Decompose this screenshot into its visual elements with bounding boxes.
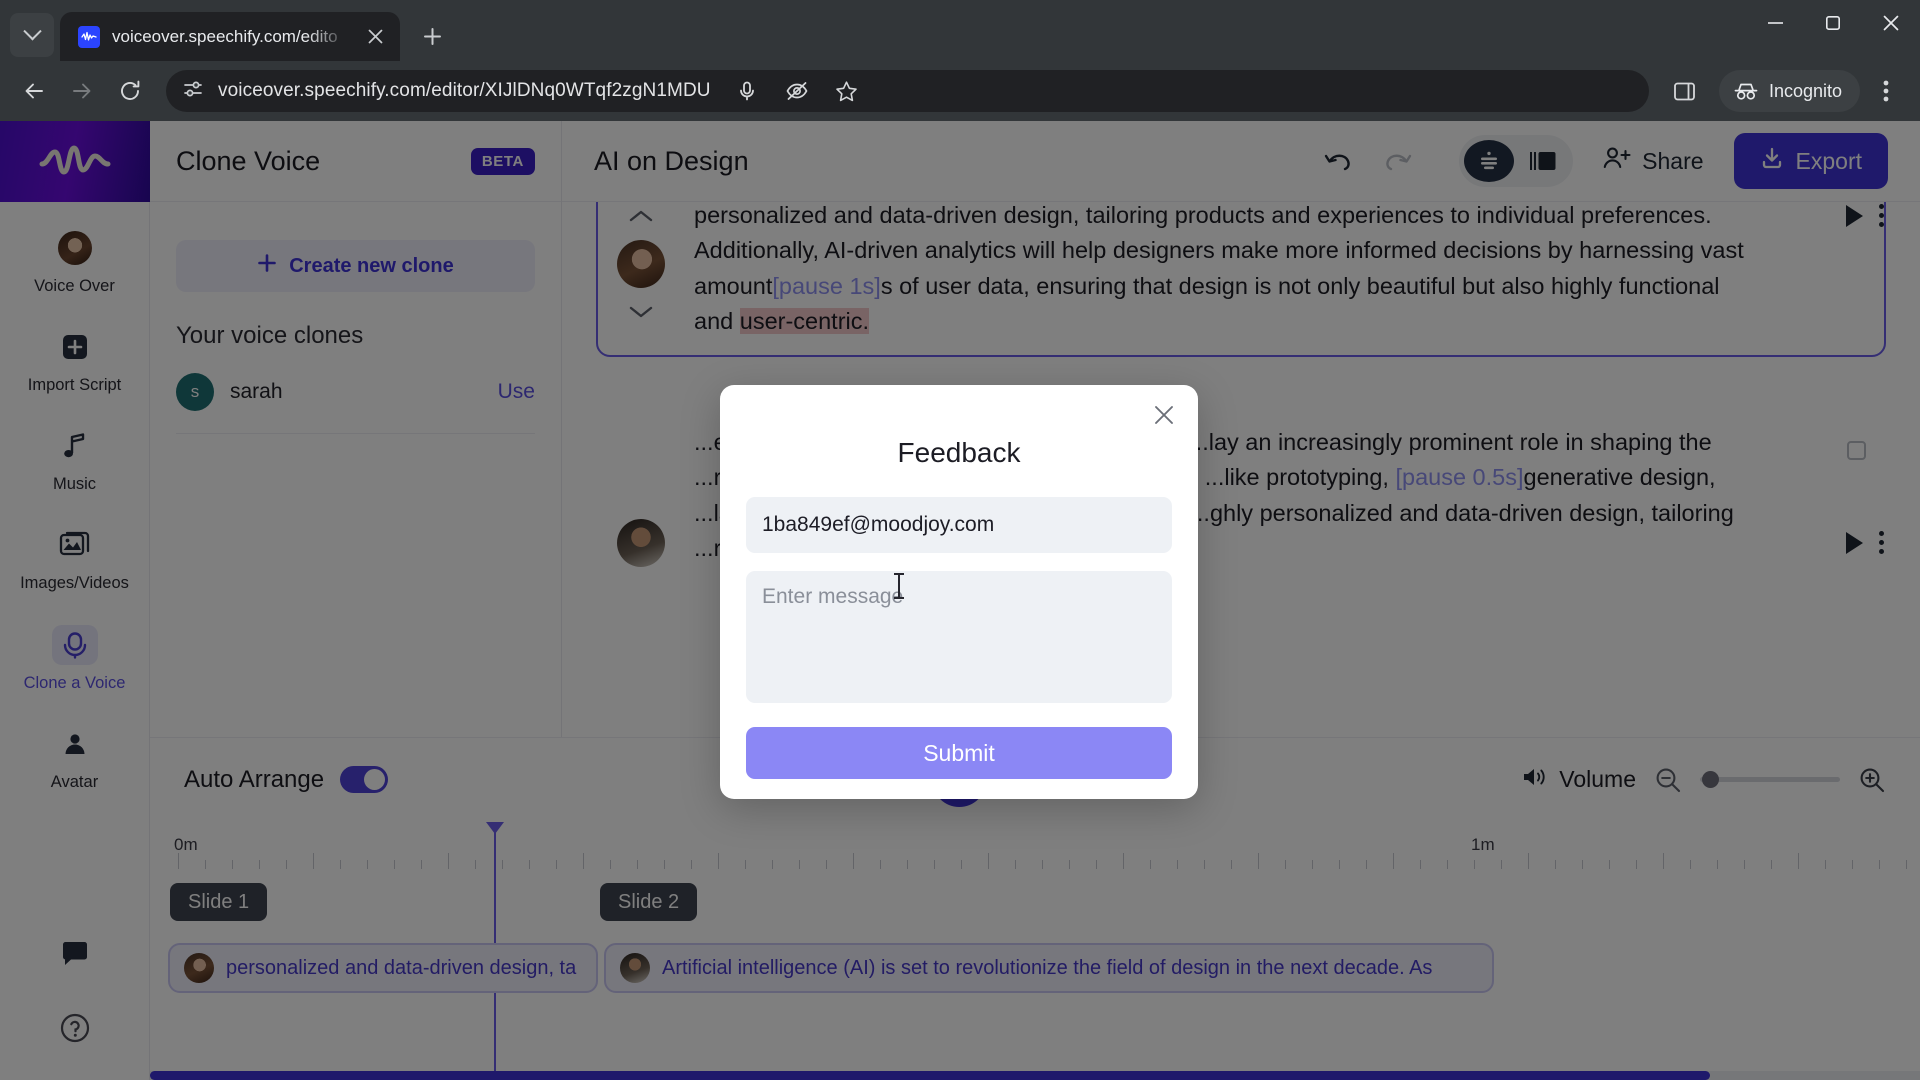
browser-tab-strip: voiceover.speechify.com/edito bbox=[0, 0, 1920, 61]
incognito-icon bbox=[1734, 83, 1758, 100]
message-field[interactable]: Enter message bbox=[746, 571, 1172, 703]
text-cursor bbox=[894, 573, 904, 599]
chevron-down-icon bbox=[22, 21, 42, 40]
browser-tab-title: voiceover.speechify.com/edito bbox=[112, 26, 338, 46]
microphone-icon[interactable] bbox=[725, 69, 769, 113]
back-arrow-icon[interactable] bbox=[12, 69, 56, 113]
close-icon[interactable] bbox=[1862, 0, 1920, 45]
incognito-indicator[interactable]: Incognito bbox=[1718, 70, 1860, 112]
window-controls bbox=[1746, 0, 1920, 45]
tab-search-button[interactable] bbox=[10, 13, 54, 57]
new-tab-button[interactable] bbox=[412, 16, 452, 56]
address-bar-url: voiceover.speechify.com/editor/XIJlDNq0W… bbox=[218, 80, 711, 101]
speechify-favicon bbox=[78, 25, 100, 48]
forward-arrow-icon[interactable] bbox=[60, 69, 104, 113]
modal-title: Feedback bbox=[897, 437, 1021, 468]
close-icon[interactable] bbox=[362, 24, 388, 50]
eye-off-icon[interactable] bbox=[775, 69, 819, 113]
close-icon[interactable] bbox=[1148, 399, 1180, 431]
email-field[interactable]: 1ba849ef@moodjoy.com bbox=[746, 497, 1172, 553]
incognito-label: Incognito bbox=[1768, 80, 1842, 101]
reload-icon[interactable] bbox=[108, 69, 152, 113]
browser-tab[interactable]: voiceover.speechify.com/edito bbox=[60, 12, 400, 61]
minimize-icon[interactable] bbox=[1746, 0, 1804, 45]
omnibox-actions bbox=[725, 69, 869, 113]
submit-button[interactable]: Submit bbox=[746, 727, 1172, 779]
maximize-icon[interactable] bbox=[1804, 0, 1862, 45]
feedback-modal: Feedback 1ba849ef@moodjoy.com Enter mess… bbox=[720, 385, 1198, 799]
site-settings-icon[interactable] bbox=[182, 78, 204, 105]
address-bar[interactable]: voiceover.speechify.com/editor/XIJlDNq0W… bbox=[166, 70, 1649, 112]
message-placeholder: Enter message bbox=[762, 585, 904, 608]
browser-toolbar: voiceover.speechify.com/editor/XIJlDNq0W… bbox=[0, 61, 1920, 121]
three-dot-menu-icon[interactable] bbox=[1864, 69, 1908, 113]
speechify-app: Voice Over Import Script Music Images/Vi… bbox=[0, 121, 1920, 1080]
star-icon[interactable] bbox=[825, 69, 869, 113]
side-panel-icon[interactable] bbox=[1663, 69, 1707, 113]
